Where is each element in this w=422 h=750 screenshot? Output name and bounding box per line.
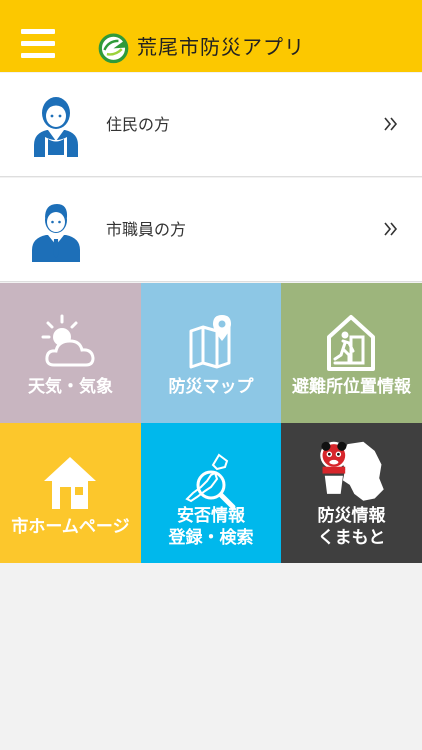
tile-safety-info-line1: 安否情報 [177, 506, 245, 526]
weather-icon [41, 314, 95, 367]
tile-city-homepage-label: 市ホームページ [11, 517, 130, 537]
tile-city-homepage[interactable]: 市ホームページ [0, 423, 141, 563]
japan-search-icon [185, 453, 236, 510]
staff-row[interactable]: 市職員の方 [0, 178, 422, 282]
tile-weather[interactable]: 天気・気象 [0, 283, 141, 423]
kumamon-icon [320, 441, 384, 501]
tile-evacuation-shelter-label: 避難所位置情報 [292, 377, 411, 397]
tile-disaster-map[interactable]: 防災マップ [141, 283, 281, 423]
tile-disaster-map-label: 防災マップ [168, 377, 254, 397]
tile-safety-info[interactable]: 安否情報 登録・検索 [141, 423, 281, 563]
staff-icon [32, 204, 80, 262]
staff-label: 市職員の方 [106, 220, 187, 239]
app-header: 荒尾市防災アプリ [0, 0, 422, 72]
evacuation-icon [327, 315, 375, 371]
app-title-group: 荒尾市防災アプリ [97, 30, 305, 64]
app-logo-icon [98, 32, 129, 63]
double-chevron-right-icon [384, 117, 398, 131]
tile-kumamoto-info[interactable]: 防災情報 くまもと [281, 423, 422, 563]
tile-safety-info-label: 安否情報 登録・検索 [141, 505, 281, 549]
tile-safety-info-line2: 登録・検索 [168, 528, 254, 548]
home-icon [44, 457, 96, 509]
hamburger-menu-icon[interactable] [21, 29, 55, 63]
resident-row[interactable]: 住民の方 [0, 73, 422, 177]
resident-icon [34, 97, 78, 157]
tile-kumamoto-info-line1: 防災情報 [317, 506, 386, 526]
tile-evacuation-shelter[interactable]: 避難所位置情報 [281, 283, 422, 423]
double-chevron-right-icon [384, 222, 398, 236]
tile-kumamoto-info-label: 防災情報 くまもと [281, 505, 422, 549]
map-pin-icon [189, 315, 231, 369]
app-title: 荒尾市防災アプリ [137, 35, 305, 59]
resident-label: 住民の方 [106, 115, 171, 134]
tile-weather-label: 天気・気象 [28, 377, 113, 397]
tile-kumamoto-info-line2: くまもと [317, 528, 386, 548]
